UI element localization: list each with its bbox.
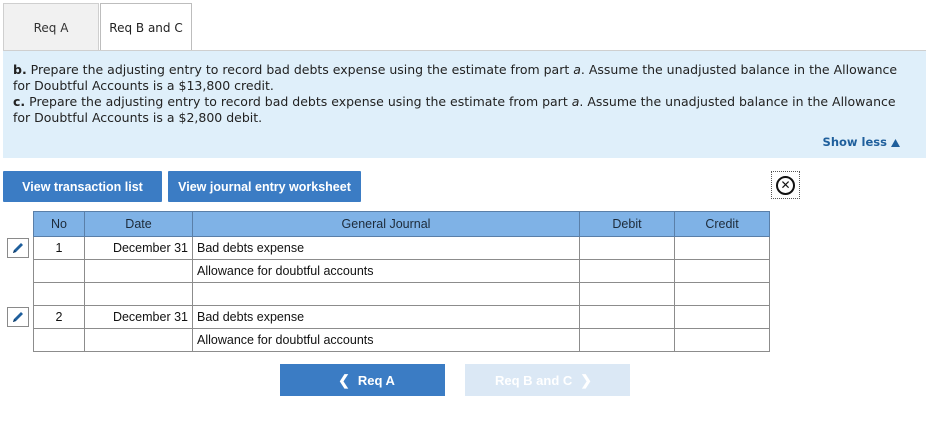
edit-cell [3,260,34,283]
edit-entry-2-button[interactable] [7,307,29,327]
instructions-text: b. Prepare the adjusting entry to record… [13,62,903,126]
instructions-panel: b. Prepare the adjusting entry to record… [3,51,926,158]
edit-entry-1-button[interactable] [7,238,29,258]
prev-req-a-button[interactable]: ❮ Req A [280,364,445,396]
cell-account[interactable]: Bad debts expense [192,236,580,260]
edit-cell [3,329,34,352]
tab-req-b-and-c[interactable]: Req B and C [100,3,192,51]
prev-button-label: Req A [357,372,395,388]
cell-account[interactable]: Bad debts expense [192,305,580,329]
table-row: 2 December 31 Bad debts expense [3,305,770,329]
cell-no: 2 [33,305,85,329]
cell-account[interactable] [192,282,580,306]
instruction-b-part: a [573,62,581,77]
general-journal-table: No Date General Journal Debit Credit 1 D… [3,211,770,352]
cell-debit[interactable] [579,236,675,260]
header-debit: Debit [579,211,675,237]
next-req-b-and-c-button[interactable]: Req B and C ❯ [465,364,630,396]
close-circle-icon: ✕ [776,175,795,195]
close-button[interactable]: ✕ [771,171,800,199]
header-credit: Credit [674,211,770,237]
table-header-row: No Date General Journal Debit Credit [3,211,770,237]
cell-credit[interactable] [674,259,770,283]
cell-credit[interactable] [674,305,770,329]
show-less-link[interactable]: Show less [823,135,900,149]
chevron-left-icon: ❮ [338,371,350,388]
cell-date [84,282,193,306]
edit-cell [3,306,34,329]
instruction-b-text-1: Prepare the adjusting entry to record ba… [26,62,574,77]
cell-debit[interactable] [579,305,675,329]
edit-column-header [3,212,34,237]
cell-date: December 31 [84,236,193,260]
next-button-label: Req B and C [494,372,573,388]
chevron-right-icon: ❯ [580,371,593,388]
cell-date [84,328,193,352]
edit-cell [3,283,34,306]
instruction-c-label: c. [13,94,26,109]
tab-bar: Req A Req B and C [3,3,926,51]
cell-debit[interactable] [579,282,675,306]
table-row: Allowance for doubtful accounts [3,328,770,352]
cell-credit[interactable] [674,328,770,352]
header-no: No [33,211,85,237]
cell-no [33,328,85,352]
view-journal-entry-worksheet-button[interactable]: View journal entry worksheet [168,171,361,202]
cell-date [84,259,193,283]
pencil-icon [13,243,23,253]
edit-cell [3,237,34,260]
table-row [3,282,770,306]
cell-no: 1 [33,236,85,260]
triangle-up-icon [891,138,900,147]
pencil-icon [13,312,23,322]
cell-credit[interactable] [674,282,770,306]
instruction-b-label: b. [13,62,27,77]
instruction-c: c. Prepare the adjusting entry to record… [13,94,903,126]
cell-account[interactable]: Allowance for doubtful accounts [192,259,580,283]
header-general-journal: General Journal [192,211,580,237]
instruction-c-text-1: Prepare the adjusting entry to record ba… [25,94,572,109]
show-less-label: Show less [822,135,887,149]
cell-debit[interactable] [579,328,675,352]
cell-debit[interactable] [579,259,675,283]
cell-account[interactable]: Allowance for doubtful accounts [192,328,580,352]
header-date: Date [84,211,193,237]
cell-no [33,259,85,283]
table-row: 1 December 31 Bad debts expense [3,236,770,260]
instruction-b: b. Prepare the adjusting entry to record… [13,62,903,94]
cell-date: December 31 [84,305,193,329]
view-transaction-list-button[interactable]: View transaction list [3,171,162,202]
cell-no [33,282,85,306]
cell-credit[interactable] [674,236,770,260]
tab-req-a[interactable]: Req A [3,3,99,51]
table-row: Allowance for doubtful accounts [3,259,770,283]
